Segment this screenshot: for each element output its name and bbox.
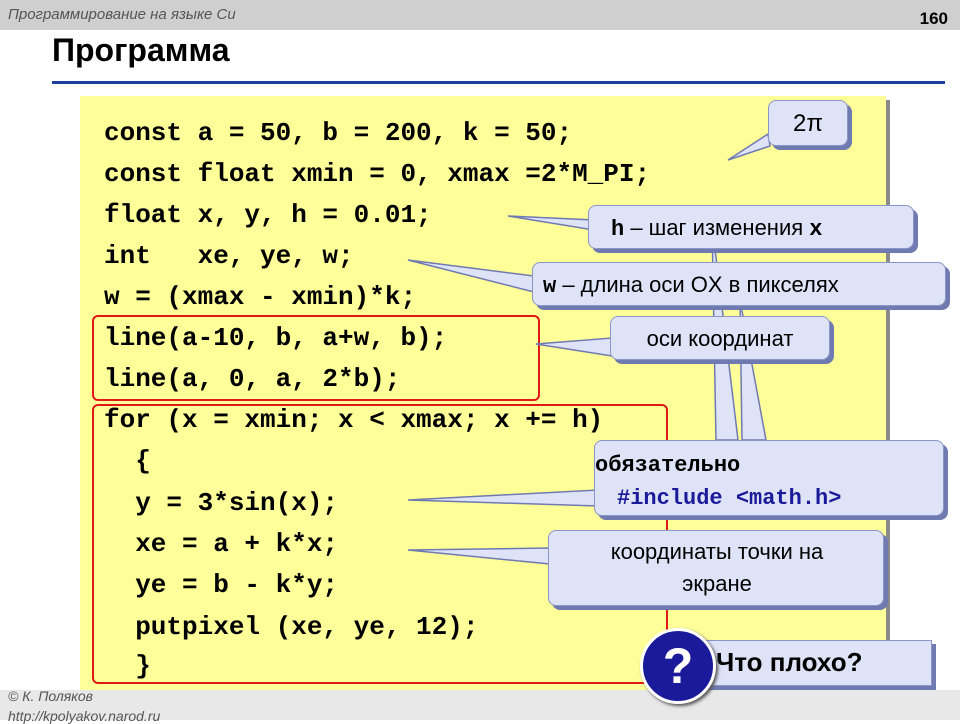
axis-length-callout: w – длина оси OX в пикселях (532, 262, 946, 306)
axes-callout: оси координат (610, 316, 830, 360)
include-title: обязательно (595, 453, 741, 478)
question-mark-icon: ? (640, 628, 716, 704)
two-pi-callout: 2π (768, 100, 848, 146)
include-callout: обязательно #include <math.h> (594, 440, 944, 516)
step-callout: h – шаг изменения x (588, 205, 914, 249)
step-text: – шаг изменения (624, 215, 810, 240)
axes-text: оси координат (646, 326, 794, 351)
question-text: Что плохо? (716, 647, 863, 677)
axis-length-var: w (543, 274, 557, 299)
two-pi-text: 2π (793, 110, 823, 137)
screen-coords-line2: экране (682, 571, 752, 596)
step-x-var: x (809, 217, 823, 242)
step-var: h (611, 217, 625, 242)
include-directive: #include <math.h> (617, 486, 842, 511)
screen-coords-callout: координаты точки на экране (548, 530, 884, 606)
screen-coords-line1: координаты точки на (610, 539, 824, 564)
footer-url: http://kpolyakov.narod.ru (8, 708, 161, 724)
footer-author: © К. Поляков (8, 688, 93, 704)
axis-length-text: – длина оси OX в пикселях (556, 272, 839, 297)
